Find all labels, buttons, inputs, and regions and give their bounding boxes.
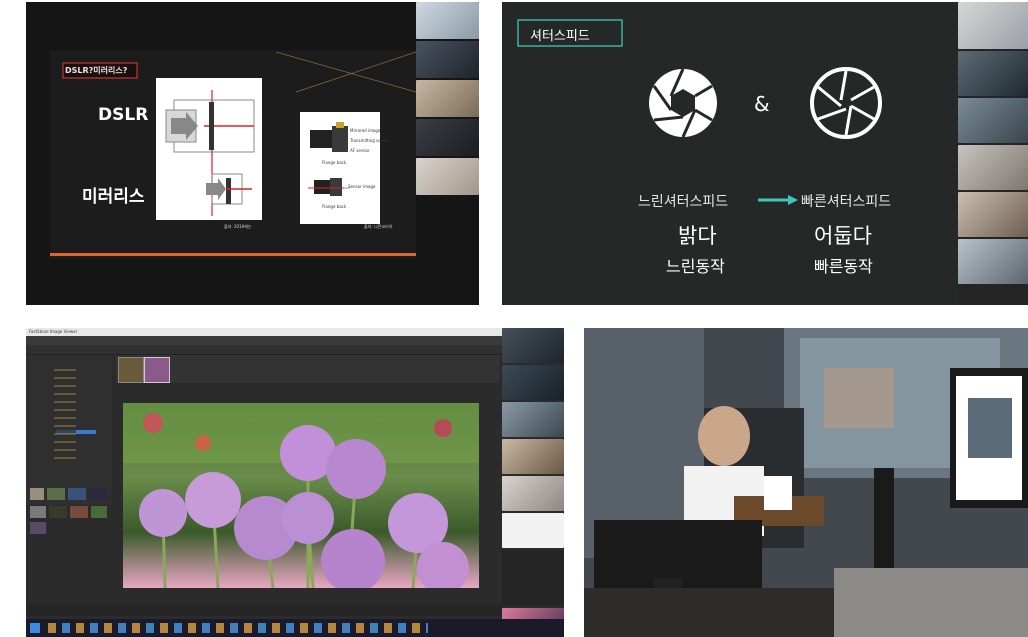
participant-video[interactable] bbox=[416, 119, 479, 156]
fast-word-dark: 어둡다 bbox=[814, 224, 872, 248]
participant-video[interactable] bbox=[958, 51, 1028, 96]
participant-thumbnails bbox=[958, 2, 1028, 284]
slow-word-motion: 느린동작 bbox=[666, 257, 725, 276]
participant-video[interactable] bbox=[502, 439, 564, 474]
slide-canvas bbox=[26, 2, 479, 305]
aperture-open-icon bbox=[649, 68, 717, 138]
credit-left: 출처: 2019캐논 bbox=[224, 224, 252, 229]
participant-thumbnails bbox=[416, 2, 479, 195]
photo-preview[interactable] bbox=[123, 403, 479, 588]
participant-video[interactable] bbox=[416, 2, 479, 39]
ampersand: & bbox=[754, 92, 770, 116]
diagram-label: Flange back bbox=[322, 204, 347, 209]
toolbar bbox=[26, 345, 502, 355]
participant-video[interactable] bbox=[958, 145, 1028, 190]
studio-scene bbox=[584, 328, 1028, 637]
taskbar-icons[interactable] bbox=[48, 623, 428, 633]
diagram-label: Mirrored image bbox=[350, 128, 381, 133]
slow-shutter-label: 느린셔터스피드 bbox=[638, 194, 729, 210]
participant-video-placeholder[interactable] bbox=[502, 513, 564, 548]
slide-orange-bar bbox=[50, 253, 416, 256]
participant-thumbnails bbox=[502, 328, 564, 626]
app-menubar bbox=[26, 336, 502, 345]
studio-photo bbox=[584, 328, 1028, 637]
fast-shutter-label: 빠른셔터스피드 bbox=[801, 194, 892, 210]
fast-word-motion: 빠른동작 bbox=[814, 257, 873, 276]
participant-video[interactable] bbox=[416, 80, 479, 117]
participant-video[interactable] bbox=[502, 402, 564, 437]
slide-canvas bbox=[502, 2, 1028, 305]
app-statusbar bbox=[26, 604, 502, 616]
dslr-label: DSLR bbox=[98, 105, 149, 125]
slide-title: DSLR?미러리스? bbox=[65, 66, 128, 75]
participant-video[interactable] bbox=[502, 365, 564, 400]
mirrorless-label: 미러리스 bbox=[82, 187, 145, 207]
participant-video[interactable] bbox=[958, 192, 1028, 237]
participant-video[interactable] bbox=[502, 476, 564, 511]
app-titlebar: FastStone Image Viewer bbox=[26, 328, 564, 336]
side-panel bbox=[502, 550, 564, 606]
screen-share-image-viewer: FastStone Image Viewer bbox=[26, 328, 564, 637]
thumbnail-grid[interactable] bbox=[30, 488, 110, 538]
participant-video[interactable] bbox=[958, 2, 1028, 49]
slow-word-bright: 밝다 bbox=[678, 224, 717, 248]
diagram-label: Sensor image bbox=[348, 184, 376, 189]
allium-flowers bbox=[123, 403, 479, 588]
diagram-label: Flange back bbox=[322, 160, 347, 165]
filmstrip[interactable] bbox=[116, 355, 500, 383]
participant-video[interactable] bbox=[416, 158, 479, 195]
video-call-panel-shutter: 셔터스피드 & 느린셔터스피드 빠른셔터스피드 밝다 느린동작 어둡다 빠른동작 bbox=[502, 2, 1028, 305]
start-icon[interactable] bbox=[30, 623, 40, 633]
participant-video[interactable] bbox=[502, 328, 564, 363]
participant-video[interactable] bbox=[416, 41, 479, 78]
folder-tree[interactable] bbox=[26, 355, 112, 505]
credit-right: 출처: 니콘코리아 bbox=[364, 224, 393, 229]
diagram-label: Transmitting screen bbox=[350, 138, 390, 143]
app-title: FastStone Image Viewer bbox=[29, 329, 78, 334]
diagram-label: AF sensor bbox=[350, 148, 370, 153]
video-call-panel-dslr: DSLR?미러리스? DSLR 미러리스 Mirrored image Tran… bbox=[26, 2, 479, 305]
windows-taskbar bbox=[26, 619, 564, 637]
participant-video[interactable] bbox=[958, 239, 1028, 284]
slide-title: 셔터스피드 bbox=[530, 29, 590, 44]
participant-video[interactable] bbox=[958, 98, 1028, 143]
